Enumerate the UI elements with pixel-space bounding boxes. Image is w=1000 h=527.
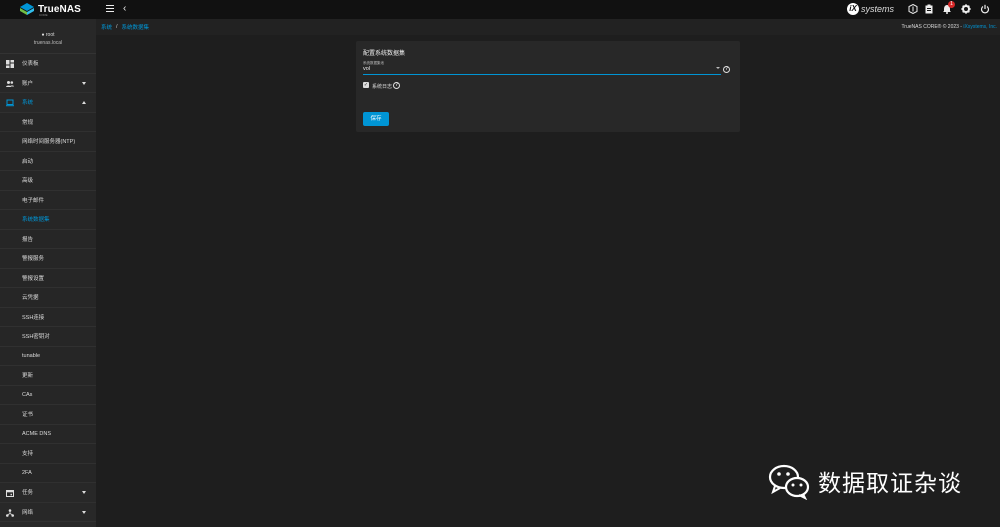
sidebar-subitem[interactable]: 警报设置 <box>0 268 96 288</box>
chevron-down-icon <box>82 81 86 85</box>
chevron-up-icon <box>82 101 86 104</box>
sidebar-subitem[interactable]: 电子邮件 <box>0 190 96 210</box>
ix-mark: iX <box>847 3 859 15</box>
sidebar-subitem[interactable]: 更新 <box>0 366 96 386</box>
syslog-label: 系统日志 <box>372 84 393 90</box>
breadcrumb-separator: / <box>116 24 118 30</box>
top-bar: TrueNAS CORE ‹ iX systems 1 <box>0 0 1000 19</box>
sidebar-subitem[interactable]: 常规 <box>0 112 96 132</box>
sidebar-subitem-label: 电子邮件 <box>22 197 45 204</box>
sidebar-subitem-label: 云凭据 <box>22 295 39 302</box>
copyright: TrueNAS CORE® © 2023 - iXsystems, Inc. <box>901 24 997 30</box>
sidebar-subitem-label: 常规 <box>22 119 34 126</box>
sidebar-subitem-label: SSH密钥对 <box>22 334 50 341</box>
breadcrumb-system[interactable]: 系统 <box>101 23 112 31</box>
breadcrumb-current[interactable]: 系统数据集 <box>122 23 150 31</box>
truenas-logo[interactable]: TrueNAS <box>20 3 81 15</box>
user-name: ● root <box>0 32 96 38</box>
sidebar-subitem-label: CAs <box>22 391 33 398</box>
help-icon[interactable]: ? <box>723 66 730 73</box>
save-button[interactable]: 保存 <box>363 112 389 126</box>
sidebar-subitem[interactable]: 报告 <box>0 229 96 249</box>
ix-text: systems <box>861 4 895 14</box>
help-icon[interactable]: ? <box>393 82 400 89</box>
calendar-icon <box>6 490 14 497</box>
directory-services-icon[interactable] <box>924 4 934 14</box>
pool-select[interactable]: vol <box>363 66 370 72</box>
form-title: 配置系统数据集 <box>363 51 406 57</box>
chevron-down-icon <box>82 510 86 514</box>
sidebar-subitem-label: 支持 <box>22 451 34 458</box>
user-info: ● root truenas.local <box>0 19 96 54</box>
system-dataset-form: 配置系统数据集 系统数据集池 vol ? ✓ 系统日志 ? 保存 <box>356 41 740 132</box>
sidebar-subitem[interactable]: SSH密钥对 <box>0 327 96 347</box>
chevron-down-icon <box>82 491 86 494</box>
sidebar-subitem-label: ACME DNS <box>22 430 52 437</box>
sidebar-item-label: 账户 <box>22 80 34 87</box>
sidebar-item-label: 仪表板 <box>22 61 39 68</box>
dashboard-icon <box>6 60 14 68</box>
sidebar-subitem[interactable]: 警报服务 <box>0 249 96 269</box>
sidebar-subitem[interactable]: 支持 <box>0 444 96 464</box>
sidebar-item-dashboard[interactable]: 仪表板 <box>0 54 96 74</box>
sidebar-subitem-label: 网络时间服务器(NTP) <box>22 139 76 146</box>
sidebar-subitem-label: 警报服务 <box>22 256 45 263</box>
user-host: truenas.local <box>33 40 63 46</box>
sidebar-item-system[interactable]: 系统 <box>0 93 96 113</box>
copyright-link[interactable]: iXsystems, Inc. <box>963 24 997 30</box>
power-icon[interactable] <box>980 4 990 14</box>
sidebar: ● root truenas.local 仪表板 账户 系统 常规 网络时间服务… <box>0 19 96 527</box>
breadcrumb: 系统 / 系统数据集 TrueNAS CORE® © 2023 - iXsyst… <box>96 19 1000 35</box>
pool-select-underline <box>363 74 721 75</box>
sidebar-subitem[interactable]: 启动 <box>0 151 96 171</box>
sidebar-subitem-label: 更新 <box>22 373 34 380</box>
sidebar-subitem-label: 2FA <box>22 469 32 476</box>
sidebar-subitem-label: 警报设置 <box>22 275 45 282</box>
gear-icon[interactable] <box>961 4 971 14</box>
sidebar-subitem-label: 启动 <box>22 158 34 165</box>
sidebar-item-tasks[interactable]: 任务 <box>0 483 96 503</box>
sidebar-item-accounts[interactable]: 账户 <box>0 74 96 93</box>
sidebar-subitem-system-dataset[interactable]: 系统数据集 <box>0 210 96 230</box>
sidebar-item-network[interactable]: 网络 <box>0 503 96 522</box>
sidebar-subitem[interactable]: SSH连接 <box>0 307 96 327</box>
computer-icon <box>6 99 14 107</box>
sidebar-subitem[interactable]: 证书 <box>0 405 96 425</box>
wechat-icon <box>768 464 810 500</box>
watermark-text: 数据取证杂谈 <box>818 470 962 496</box>
sidebar-subitem-label: 系统数据集 <box>22 217 50 224</box>
main-content: 系统 / 系统数据集 TrueNAS CORE® © 2023 - iXsyst… <box>96 19 1000 527</box>
sidebar-item-label: 任务 <box>22 490 34 497</box>
network-icon <box>6 508 14 517</box>
ixsystems-logo[interactable]: iX systems <box>847 3 894 15</box>
user-icon: ● <box>41 32 45 38</box>
sidebar-item-label: 系统 <box>22 100 34 107</box>
sidebar-subitem-label: 证书 <box>22 412 34 419</box>
accounts-icon <box>6 80 14 87</box>
truecommand-icon[interactable] <box>908 4 918 14</box>
user-name-text: root <box>45 32 55 38</box>
sidebar-subitem-label: 报告 <box>22 236 34 243</box>
truenas-logo-icon <box>20 3 34 15</box>
syslog-checkbox[interactable]: ✓ <box>363 82 369 88</box>
sidebar-subitem[interactable]: 2FA <box>0 463 96 483</box>
menu-icon[interactable] <box>106 5 114 12</box>
logo-subtext: CORE <box>39 13 48 17</box>
sidebar-subitem[interactable]: 云凭据 <box>0 288 96 308</box>
sidebar-item-label: 网络 <box>22 509 34 516</box>
chevron-down-icon[interactable] <box>716 67 720 69</box>
sidebar-subitem[interactable]: 网络时间服务器(NTP) <box>0 132 96 152</box>
back-chevron-icon[interactable]: ‹ <box>123 3 126 15</box>
copyright-text: TrueNAS CORE® © 2023 - <box>901 24 964 30</box>
sidebar-subitem[interactable]: ACME DNS <box>0 424 96 444</box>
watermark: 数据取证杂谈 <box>768 462 962 500</box>
sidebar-subitem[interactable]: CAs <box>0 385 96 405</box>
sidebar-subitem-label: SSH连接 <box>22 314 45 321</box>
sidebar-subitem[interactable]: tunable <box>0 346 96 366</box>
sidebar-subitem-label: tunable <box>22 352 41 359</box>
notification-badge: 1 <box>948 1 955 8</box>
sidebar-subitem[interactable]: 高级 <box>0 171 96 191</box>
sidebar-subitem-label: 高级 <box>22 178 34 185</box>
